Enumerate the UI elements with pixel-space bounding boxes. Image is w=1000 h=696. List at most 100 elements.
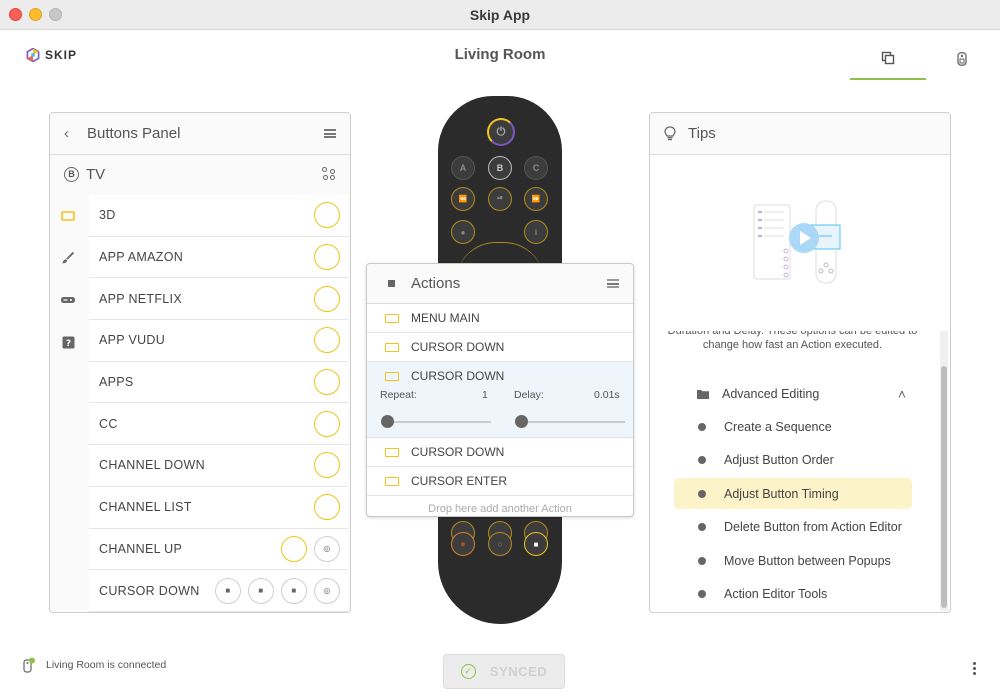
list-item[interactable]: APPS xyxy=(89,362,348,404)
list-item[interactable]: CHANNEL LIST xyxy=(89,487,348,529)
circle-button[interactable]: ○ xyxy=(488,532,512,556)
list-item[interactable]: APP AMAZON xyxy=(89,237,348,279)
rewind-button[interactable]: ⏪ xyxy=(451,187,475,211)
remote-button-b[interactable]: B xyxy=(488,156,512,180)
fast-forward-button[interactable]: ⏩ xyxy=(524,187,548,211)
stop-icon[interactable]: ■ xyxy=(281,577,307,604)
list-item[interactable]: CC xyxy=(89,403,348,446)
category-buttons[interactable] xyxy=(50,195,86,237)
power-icon: ⏻ xyxy=(496,125,506,138)
grid-dots-icon[interactable] xyxy=(322,167,336,181)
category-gamepad[interactable] xyxy=(50,279,86,321)
button-slot[interactable] xyxy=(314,244,340,271)
rectangle-icon xyxy=(385,313,399,323)
delay-slider-thumb[interactable] xyxy=(515,415,528,428)
action-item[interactable]: MENU MAIN xyxy=(367,304,633,333)
remote-button-c[interactable]: C xyxy=(524,156,548,180)
target-icon[interactable]: ◎ xyxy=(314,577,340,604)
info-icon: i xyxy=(534,227,538,237)
action-item[interactable]: CURSOR DOWN xyxy=(367,333,633,362)
tips-group-header[interactable]: Advanced Editing ˄ xyxy=(696,387,906,401)
stop-button[interactable]: ■ xyxy=(524,532,548,556)
repeat-slider-thumb[interactable] xyxy=(381,415,394,428)
action-item[interactable]: CURSOR DOWN xyxy=(367,438,633,467)
repeat-label: Repeat: xyxy=(380,389,417,401)
list-item[interactable]: APP VUDU xyxy=(89,320,348,362)
list-item[interactable]: APP NETFLIX xyxy=(89,278,348,321)
category-style[interactable] xyxy=(50,237,86,279)
button-label: APP NETFLIX xyxy=(99,291,182,306)
play-pause-button[interactable]: ⏯ xyxy=(488,187,512,211)
synced-button[interactable]: ✓ SYNCED xyxy=(443,654,565,689)
svg-text:?: ? xyxy=(65,339,70,349)
back-chevron-icon[interactable]: ‹ xyxy=(64,125,69,142)
tip-item[interactable]: Delete Button from Action Editor xyxy=(674,511,912,542)
action-label: CURSOR DOWN xyxy=(411,340,505,354)
fast-forward-icon: ⏩ xyxy=(531,196,541,203)
button-label: CHANNEL LIST xyxy=(99,500,192,515)
mic-button[interactable]: ● xyxy=(451,220,475,244)
action-item-expanded[interactable]: CURSOR DOWN Repeat: 1 Delay: 0.01s xyxy=(367,362,633,438)
power-button[interactable]: ⏻ xyxy=(487,118,515,146)
tab-remote[interactable] xyxy=(924,38,1000,80)
list-item[interactable]: 3D xyxy=(89,195,348,237)
button-slot[interactable] xyxy=(314,452,340,479)
record-button[interactable]: ● xyxy=(451,532,475,556)
repeat-slider-track[interactable] xyxy=(381,421,491,423)
button-slot[interactable] xyxy=(314,494,340,521)
button-slot[interactable] xyxy=(314,410,340,437)
tip-item[interactable]: Action Editor Tools xyxy=(674,578,912,609)
rectangle-icon xyxy=(385,371,399,381)
list-item[interactable]: CHANNEL UP ◎ xyxy=(89,529,348,571)
action-label: MENU MAIN xyxy=(411,311,480,325)
button-label: APPS xyxy=(99,375,134,390)
button-slot[interactable] xyxy=(281,535,307,562)
button-label: CHANNEL UP xyxy=(99,541,183,556)
tip-item[interactable]: Adjust Button Timing xyxy=(674,478,912,509)
circle-icon: ○ xyxy=(497,539,503,549)
button-slot[interactable] xyxy=(314,327,340,354)
button-label: CHANNEL DOWN xyxy=(99,458,205,473)
tips-title: Tips xyxy=(688,125,716,142)
tip-item-label: Delete Button from Action Editor xyxy=(724,519,902,534)
actions-menu-icon[interactable] xyxy=(607,279,619,288)
info-button[interactable]: i xyxy=(524,220,548,244)
chevron-up-icon[interactable]: ˄ xyxy=(898,387,906,401)
tips-scrollbar-thumb[interactable] xyxy=(941,366,947,608)
device-section-header: B TV xyxy=(50,155,350,193)
tips-scrollbar[interactable] xyxy=(940,331,948,611)
more-options-icon[interactable] xyxy=(970,662,978,678)
synced-label: SYNCED xyxy=(489,664,548,679)
stop-icon[interactable]: ■ xyxy=(248,577,274,604)
button-slot[interactable] xyxy=(314,202,340,229)
category-help[interactable]: ? xyxy=(50,321,86,363)
remote-button-a[interactable]: A xyxy=(451,156,475,180)
tips-description: Duration and Delay. These options can be… xyxy=(667,331,918,351)
delay-slider-track[interactable] xyxy=(515,421,625,423)
brush-icon xyxy=(62,251,75,264)
tip-item[interactable]: Adjust Button Order xyxy=(674,444,912,475)
hamburger-menu-icon[interactable] xyxy=(324,129,336,138)
button-slot[interactable] xyxy=(314,285,340,312)
lightbulb-icon xyxy=(664,126,676,141)
button-slot[interactable] xyxy=(314,369,340,396)
tips-scroll-area[interactable]: Duration and Delay. These options can be… xyxy=(650,331,935,612)
action-label: CURSOR ENTER xyxy=(411,474,508,488)
tip-item[interactable]: Move Button between Popups xyxy=(674,545,912,576)
action-item[interactable]: CURSOR ENTER xyxy=(367,467,633,496)
status-text: Living Room is connected xyxy=(46,659,167,671)
tip-item-label: Move Button between Popups xyxy=(724,553,891,568)
stop-icon[interactable]: ■ xyxy=(215,577,241,604)
button-label: 3D xyxy=(99,208,116,223)
tip-item[interactable]: Create a Sequence xyxy=(674,411,912,442)
list-item[interactable]: CHANNEL DOWN xyxy=(89,445,348,487)
tab-buttons-editor[interactable] xyxy=(850,38,926,80)
list-item[interactable]: CURSOR DOWN ■ ■ ■ ◎ xyxy=(89,570,348,612)
window-title: Skip App xyxy=(469,7,531,23)
folder-icon xyxy=(697,390,709,399)
device-name: TV xyxy=(86,165,106,183)
target-icon[interactable]: ◎ xyxy=(314,535,340,562)
rectangle-icon xyxy=(385,476,399,486)
drop-hint[interactable]: Drop here add another Action xyxy=(367,496,633,515)
actions-header: Actions xyxy=(367,264,633,304)
